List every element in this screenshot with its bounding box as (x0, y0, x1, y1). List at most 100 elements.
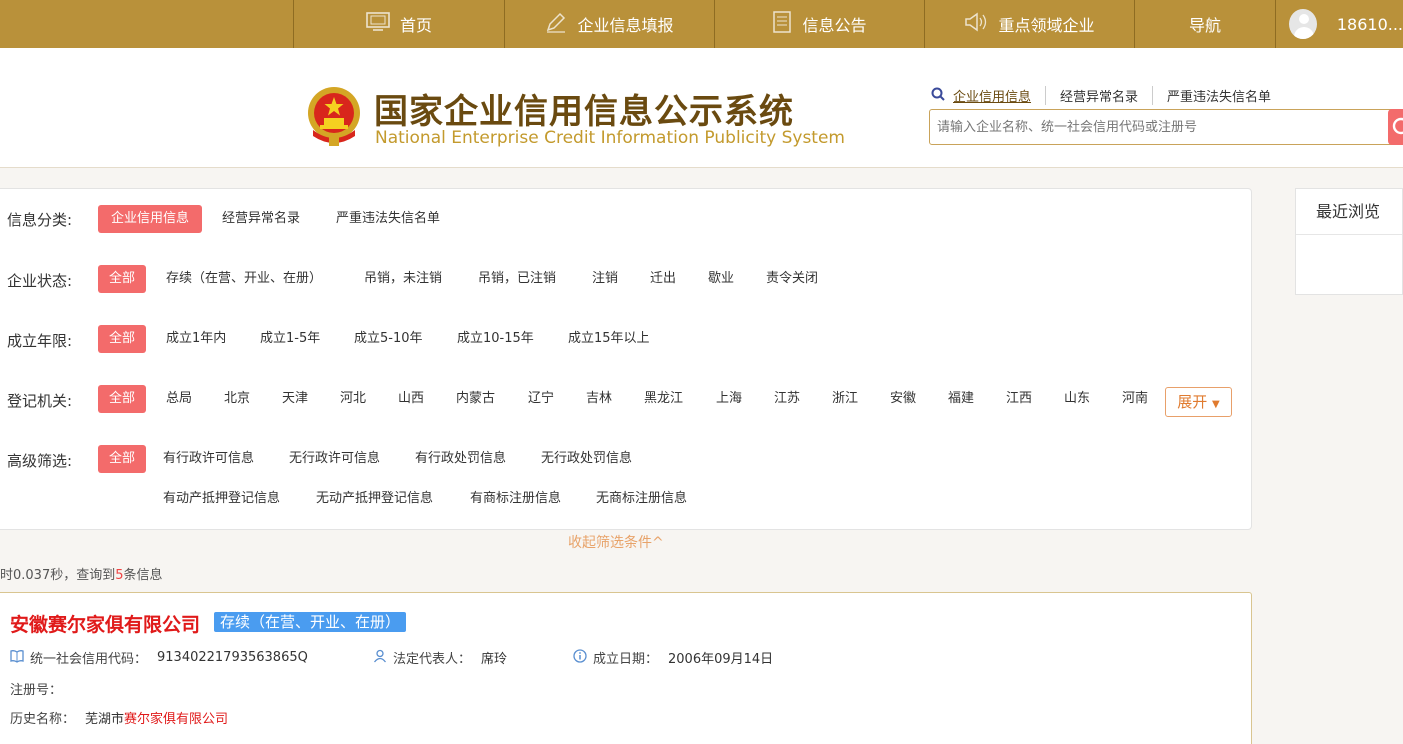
filter-authority-item[interactable]: 吉林 (586, 385, 612, 413)
search-button-icon (1392, 117, 1403, 135)
reg-no-label: 注册号： (10, 683, 63, 698)
filter-authority-item[interactable]: 河北 (340, 385, 366, 413)
filter-authority-item[interactable]: 总局 (166, 385, 192, 413)
filter-authority-item[interactable]: 内蒙古 (456, 385, 495, 413)
filter-authority-label: 登记机关: (7, 392, 73, 410)
filter-years-10-15[interactable]: 成立10-15年 (457, 325, 534, 353)
search-icon (931, 87, 945, 105)
recent-title: 最近浏览 (1296, 189, 1402, 235)
search-link-blacklist[interactable]: 严重违法失信名单 (1152, 86, 1285, 105)
speaker-icon (964, 12, 988, 36)
filter-status-ordered-closed[interactable]: 责令关闭 (766, 265, 818, 293)
search-link-credit[interactable]: 企业信用信息 (945, 86, 1045, 105)
filter-status-active[interactable]: 存续（在营、开业、在册） (166, 265, 322, 293)
filter-advanced-item[interactable]: 有动产抵押登记信息 (163, 485, 280, 513)
filter-authority-item[interactable]: 浙江 (832, 385, 858, 413)
search-link-abnormal[interactable]: 经营异常名录 (1045, 86, 1152, 105)
recent-panel: 最近浏览 (1295, 188, 1403, 295)
caret-down-icon: ▼ (1212, 399, 1220, 410)
filter-panel: 信息分类: 企业信用信息 经营异常名录 严重违法失信名单 企业状态: 全部 存续… (0, 188, 1252, 530)
filter-years-5-10[interactable]: 成立5-10年 (354, 325, 423, 353)
book-icon (10, 649, 24, 667)
search-box (929, 109, 1403, 145)
filter-authority-item[interactable]: 天津 (282, 385, 308, 413)
nav-key-enterprises-label: 重点领域企业 (998, 16, 1095, 35)
nav-home-label: 首页 (399, 16, 432, 35)
nav-report-label: 企业信息填报 (577, 16, 674, 35)
stats-count: 5 (115, 568, 124, 583)
filter-category-credit[interactable]: 企业信用信息 (98, 205, 202, 233)
filter-status-revoked-cancelled[interactable]: 吊销，已注销 (478, 265, 556, 293)
filter-category-abnormal[interactable]: 经营异常名录 (222, 205, 300, 233)
top-nav: 首页 企业信息填报 信息公告 重点领域企业 导航 18610... (0, 0, 1403, 48)
stats-prefix: 时0.037秒，查询到 (0, 568, 116, 583)
filter-authority-item[interactable]: 福建 (948, 385, 974, 413)
nav-announcement[interactable]: 信息公告 (714, 0, 924, 48)
credit-code-field: 统一社会信用代码： 91340221793563865Q (10, 648, 308, 667)
filter-advanced-item[interactable]: 无动产抵押登记信息 (316, 485, 433, 513)
filter-authority-item[interactable]: 江西 (1006, 385, 1032, 413)
filter-authority-all[interactable]: 全部 (98, 385, 146, 413)
history-name-prefix: 芜湖市 (85, 712, 125, 727)
reg-no-field: 注册号： (10, 679, 62, 698)
monitor-icon (366, 12, 390, 36)
expand-button-label: 展开 (1177, 393, 1208, 411)
filter-status-label: 企业状态: (7, 272, 73, 290)
nav-report[interactable]: 企业信息填报 (504, 0, 714, 48)
filter-advanced-item[interactable]: 无商标注册信息 (596, 485, 687, 513)
filter-years-all[interactable]: 全部 (98, 325, 146, 353)
filter-advanced-item[interactable]: 有行政处罚信息 (415, 445, 506, 473)
search-stats: 时0.037秒，查询到5条信息 (0, 564, 163, 583)
filter-years-label: 成立年限: (7, 332, 73, 350)
nav-key-enterprises[interactable]: 重点领域企业 (924, 0, 1134, 48)
status-badge: 存续（在营、开业、在册） (214, 612, 407, 632)
user-icon (373, 649, 387, 667)
search-button[interactable] (1388, 109, 1403, 145)
filter-advanced-item[interactable]: 无行政处罚信息 (541, 445, 632, 473)
filter-years-15-plus[interactable]: 成立15年以上 (568, 325, 650, 353)
result-company-name[interactable]: 安徽赛尔家俱有限公司 (10, 610, 200, 637)
site-header: 国家企业信用信息公示系统 National Enterprise Credit … (0, 48, 1403, 168)
info-icon (573, 648, 587, 667)
filter-authority-item[interactable]: 黑龙江 (644, 385, 683, 413)
filter-status-moved-out[interactable]: 迁出 (650, 265, 676, 293)
search-input[interactable] (930, 110, 1386, 144)
user-name: 18610... (1336, 14, 1403, 34)
filter-authority-item[interactable]: 河南 (1122, 385, 1148, 413)
filter-years-1-5[interactable]: 成立1-5年 (260, 325, 320, 353)
filter-authority-item[interactable]: 山东 (1064, 385, 1090, 413)
expand-button[interactable]: 展开 ▼ (1165, 387, 1232, 417)
filter-advanced-item[interactable]: 有商标注册信息 (470, 485, 561, 513)
history-name-highlight: 赛尔家俱有限公司 (124, 712, 229, 727)
history-name-field: 历史名称： 芜湖市赛尔家俱有限公司 (10, 708, 228, 727)
filter-authority-item[interactable]: 安徽 (890, 385, 916, 413)
filter-authority-item[interactable]: 辽宁 (528, 385, 554, 413)
filter-advanced-item[interactable]: 有行政许可信息 (163, 445, 254, 473)
nav-announcement-label: 信息公告 (802, 16, 867, 35)
filter-authority-item[interactable]: 北京 (224, 385, 250, 413)
filter-status-revoked-not-cancelled[interactable]: 吊销，未注销 (364, 265, 442, 293)
collapse-filters-link[interactable]: 收起筛选条件^ (568, 532, 664, 552)
filter-category-blacklist[interactable]: 严重违法失信名单 (336, 205, 440, 233)
filter-authority-item[interactable]: 江苏 (774, 385, 800, 413)
filter-status-suspended[interactable]: 歇业 (708, 265, 734, 293)
filter-authority-item[interactable]: 山西 (398, 385, 424, 413)
legal-rep-field: 法定代表人： 席玲 (373, 648, 507, 667)
search-type-links: 企业信用信息 经营异常名录 严重违法失信名单 (931, 86, 1285, 105)
filter-advanced-all[interactable]: 全部 (98, 445, 146, 473)
edit-icon (545, 11, 567, 37)
nav-navigation-label: 导航 (1188, 16, 1221, 35)
credit-code-label: 统一社会信用代码： (30, 652, 148, 667)
filter-status-cancelled[interactable]: 注销 (592, 265, 618, 293)
filter-status-all[interactable]: 全部 (98, 265, 146, 293)
legal-rep-value: 席玲 (481, 652, 508, 667)
filter-advanced-item[interactable]: 无行政许可信息 (289, 445, 380, 473)
founded-label: 成立日期： (593, 652, 659, 667)
nav-navigation[interactable]: 导航 (1134, 0, 1275, 48)
filter-years-1[interactable]: 成立1年内 (166, 325, 226, 353)
user-menu[interactable]: 18610... (1275, 0, 1403, 48)
result-card[interactable]: 安徽赛尔家俱有限公司 存续（在营、开业、在册） 统一社会信用代码： 913402… (0, 592, 1252, 744)
nav-home[interactable]: 首页 (293, 0, 504, 48)
filter-authority-item[interactable]: 上海 (716, 385, 742, 413)
filter-category-label: 信息分类: (7, 211, 73, 229)
